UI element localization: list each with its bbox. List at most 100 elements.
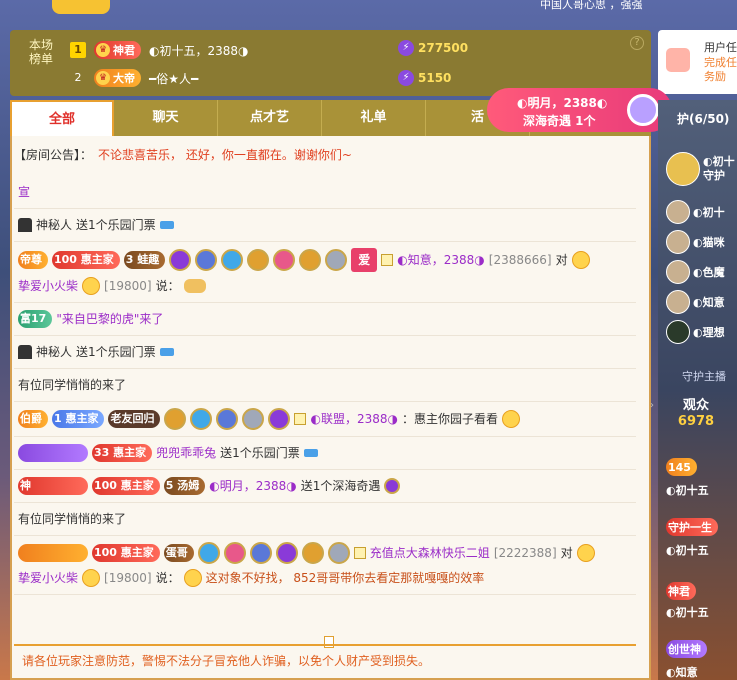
viewer-item[interactable]: 145 (666, 458, 697, 476)
guard-item[interactable]: ◐猫咪 (666, 230, 725, 254)
fan-badge: 100 惠主家 (52, 251, 120, 269)
list-item: 100 惠主家 蛋哥 充值点大森林快乐二姐 [2222388] 对 挚爱小火柴 … (14, 536, 636, 595)
level-badge: 守护一生 (666, 518, 718, 536)
guard-sub: 守护 (703, 169, 725, 182)
viewer-item[interactable]: 创世神 (666, 640, 707, 658)
avatar (666, 320, 690, 344)
user-id: [2388666] (488, 253, 552, 267)
user-name[interactable]: ◐知意，2388◑ (397, 250, 484, 270)
viewer-item[interactable]: ◐知意 (666, 664, 698, 680)
guard-item[interactable]: ◐初十 (666, 200, 725, 224)
rank-user-name[interactable]: ━俗★人━ (149, 70, 198, 87)
emoji-icon (183, 569, 202, 587)
level-badge: 伯爵 (18, 410, 48, 428)
chevron-right-icon[interactable]: › (650, 400, 654, 411)
fan-badge: 100 惠主家 (92, 477, 160, 495)
guard-link[interactable]: 守护主播 (682, 368, 726, 384)
list-item: 富17 "来自巴黎的虎"来了 (14, 303, 636, 336)
message-text: 送1个深海奇遇 (300, 479, 381, 493)
medal-icon (221, 249, 244, 271)
help-icon[interactable]: ? (630, 36, 644, 50)
tab-all[interactable]: 全部 (10, 100, 114, 136)
crown-icon: ♛ (96, 71, 110, 85)
list-item: 有位同学悄悄的来了 (14, 503, 636, 536)
fan-badge: 100 惠主家 (92, 544, 160, 562)
viewer-item[interactable]: ◐初十五 (666, 604, 709, 620)
user-name[interactable]: 兜兜乖乖兔 (156, 443, 216, 463)
tab-chat[interactable]: 聊天 (114, 100, 218, 136)
user-name[interactable]: 充值点大森林快乐二姐 (370, 543, 490, 563)
gift-popup[interactable]: ◐明月，2388◐ 深海奇遇 1个 (487, 88, 672, 132)
guard-name: ◐初十 (703, 155, 735, 168)
target-id: [19800] (104, 279, 152, 293)
medal-icon (164, 408, 187, 430)
task-subtitle: 完成任务励 (704, 56, 737, 83)
level-badge: 神君 (666, 582, 696, 600)
guard-item[interactable]: ◐知意 (666, 290, 725, 314)
avatar (666, 200, 690, 224)
medal-icon (249, 542, 272, 564)
rank-number: 2 (74, 71, 82, 84)
guard-name: ◐猫咪 (693, 236, 725, 249)
clap-icon (183, 279, 206, 293)
tab-talent[interactable]: 点才艺 (218, 100, 322, 136)
level-badge (18, 544, 88, 562)
crown-decoration (52, 0, 110, 14)
level-badge: 145 (666, 458, 697, 476)
medal-icon (268, 408, 291, 430)
viewer-item[interactable]: 守护一生 (666, 518, 718, 536)
emoji-icon (82, 277, 101, 295)
to-word: 对 (560, 546, 573, 560)
lightning-icon: ⚡ (398, 40, 414, 56)
list-item: 帝尊 100 惠主家 3 蛙趣 爱 ◐知意，2388◑ [2388666] 对 … (14, 242, 636, 303)
task-card[interactable]: 用户任 完成任务励 (658, 30, 737, 94)
rank-row-2[interactable]: 2 ♛ 大帝 ━俗★人━ (70, 66, 198, 90)
gift-icon (384, 478, 401, 494)
message-text: 宣 (18, 185, 31, 199)
wealth-badge: 富17 (18, 310, 53, 328)
announcement-text: 不论悲喜苦乐， 还好，你一直都在。谢谢你们~ (98, 147, 352, 162)
guard-name: ◐初十 (693, 206, 725, 219)
guard-item[interactable]: ◐初十 守护 (666, 152, 735, 186)
lightning-icon: ⚡ (398, 70, 414, 86)
user-name[interactable]: ◐明月，2388◑ (209, 476, 296, 496)
message-text: 有位同学悄悄的来了 (18, 512, 127, 526)
target-name[interactable]: 挚爱小火柴 (18, 276, 78, 296)
level-badge: 神 (18, 477, 88, 495)
message-text: "来自巴黎的虎"来了 (56, 312, 164, 326)
target-name[interactable]: 挚爱小火柴 (18, 568, 78, 588)
announcement-label: 【房间公告】： (14, 147, 93, 162)
medal-icon (216, 408, 239, 430)
list-item: 神秘人 送1个乐园门票 (14, 209, 636, 242)
guard-item[interactable]: ◐理想 (666, 320, 725, 344)
rank-badge: ♛ 神君 (94, 41, 141, 59)
medal-icon (190, 408, 213, 430)
rank-user-name[interactable]: ◐初十五，2388◑ (149, 42, 248, 59)
viewer-item[interactable]: 神君 (666, 582, 696, 600)
avatar (666, 290, 690, 314)
viewers-label: 观众 (682, 398, 709, 413)
fan-badge: 1 惠主家 (52, 410, 105, 428)
target-id: [19800] (104, 571, 152, 585)
medal-icon (223, 542, 246, 564)
medal-icon (197, 542, 220, 564)
viewer-item[interactable]: ◐初十五 (666, 542, 709, 558)
viewer-name: ◐知意 (666, 666, 698, 679)
fan-badge: 5 汤姆 (163, 477, 206, 495)
guard-item[interactable]: ◐色魔 (666, 260, 725, 284)
emoji-icon (571, 251, 590, 269)
rank-number: 1 (70, 42, 86, 58)
avatar (666, 260, 690, 284)
task-icon (666, 48, 690, 72)
vip-icon (353, 547, 366, 559)
user-name[interactable]: ◐联盟，2388◑ (310, 409, 397, 429)
viewer-item[interactable]: ◐初十五 (666, 482, 709, 498)
rank-score-1: ⚡ 277500 (398, 40, 468, 56)
ticket-icon (303, 449, 318, 457)
badge-label: 大帝 (113, 72, 135, 85)
rank-row-1[interactable]: 1 ♛ 神君 ◐初十五，2388◑ (70, 38, 248, 62)
emoji-icon (82, 569, 101, 587)
medal-icon (247, 249, 270, 271)
message-list[interactable]: 宣 神秘人 送1个乐园门票 帝尊 100 惠主家 3 蛙趣 爱 ◐知意，2388… (14, 168, 636, 640)
tab-gifts[interactable]: 礼单 (322, 100, 426, 136)
